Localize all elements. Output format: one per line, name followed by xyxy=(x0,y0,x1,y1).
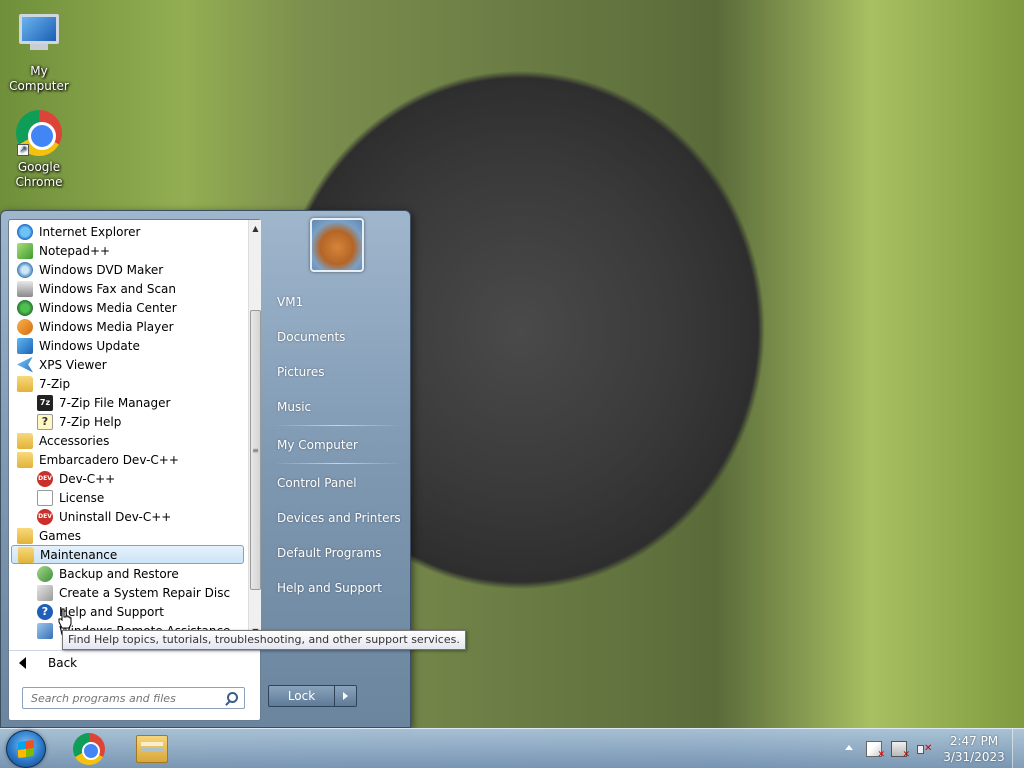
program-item-7zip-file-manager[interactable]: 7z 7-Zip File Manager xyxy=(11,393,244,412)
program-item-license[interactable]: License xyxy=(11,488,244,507)
folder-icon xyxy=(17,451,33,468)
desktop-icon-my-computer[interactable]: My Computer xyxy=(0,8,78,94)
hand-cursor-icon xyxy=(58,608,72,629)
devices-and-printers-link[interactable]: Devices and Printers xyxy=(269,505,403,531)
program-item-internet-explorer[interactable]: Internet Explorer xyxy=(11,222,244,241)
desktop-icon-label: My Computer xyxy=(9,64,69,93)
network-icon[interactable] xyxy=(891,741,910,760)
xps-viewer-icon xyxy=(17,356,33,373)
taskbar-chrome-icon[interactable] xyxy=(73,733,105,765)
program-folder-accessories[interactable]: Accessories xyxy=(11,431,244,450)
program-item-uninstall-dev-cpp[interactable]: DEV Uninstall Dev-C++ xyxy=(11,507,244,526)
internet-explorer-icon xyxy=(17,223,33,240)
program-item-notepad-plus-plus[interactable]: Notepad++ xyxy=(11,241,244,260)
shortcut-arrow-icon: ↗ xyxy=(17,144,29,156)
divider xyxy=(273,425,401,426)
program-item-windows-dvd-maker[interactable]: Windows DVD Maker xyxy=(11,260,244,279)
control-panel-link[interactable]: Control Panel xyxy=(269,470,403,496)
show-desktop-button[interactable] xyxy=(1012,729,1024,768)
search-input[interactable] xyxy=(31,691,221,705)
program-item-windows-media-center[interactable]: Windows Media Center xyxy=(11,298,244,317)
taskbar: 2:47 PM 3/31/2023 xyxy=(0,728,1024,768)
document-icon xyxy=(37,489,53,506)
start-menu: Internet Explorer Notepad++ Windows DVD … xyxy=(0,210,411,728)
music-link[interactable]: Music xyxy=(269,394,403,420)
search-icon[interactable] xyxy=(227,692,238,703)
clock-time: 2:47 PM xyxy=(949,734,999,748)
scroll-up-arrow-icon[interactable]: ▲ xyxy=(249,222,262,235)
help-and-support-link[interactable]: Help and Support xyxy=(269,575,403,601)
chrome-icon: ↗ xyxy=(15,110,63,158)
system-clock[interactable]: 2:47 PM 3/31/2023 xyxy=(940,733,1008,765)
start-button[interactable] xyxy=(6,730,46,768)
shutdown-options-arrow-button[interactable] xyxy=(335,685,357,707)
dev-cpp-icon: DEV xyxy=(37,508,53,525)
clock-date: 3/31/2023 xyxy=(943,750,1005,764)
program-item-xps-viewer[interactable]: XPS Viewer xyxy=(11,355,244,374)
my-computer-link[interactable]: My Computer xyxy=(269,432,403,458)
media-center-icon xyxy=(17,299,33,316)
program-folder-embarcadero-dev-cpp[interactable]: Embarcadero Dev-C++ xyxy=(11,450,244,469)
back-button[interactable]: Back xyxy=(9,650,260,674)
search-box[interactable] xyxy=(22,687,245,709)
program-folder-games[interactable]: Games xyxy=(11,526,244,545)
program-item-windows-update[interactable]: Windows Update xyxy=(11,336,244,355)
documents-link[interactable]: Documents xyxy=(269,324,403,350)
notepad-plus-plus-icon xyxy=(17,242,33,259)
program-list-scrollbar[interactable]: ▲ ≡ ▼ xyxy=(248,220,261,640)
program-item-windows-fax-and-scan[interactable]: Windows Fax and Scan xyxy=(11,279,244,298)
tooltip: Find Help topics, tutorials, troubleshoo… xyxy=(62,630,466,650)
program-item-backup-and-restore[interactable]: Backup and Restore xyxy=(11,564,244,583)
windows-update-icon xyxy=(17,337,33,354)
help-file-icon: ? xyxy=(37,413,53,430)
pictures-link[interactable]: Pictures xyxy=(269,359,403,385)
program-item-dev-cpp[interactable]: DEV Dev-C++ xyxy=(11,469,244,488)
program-item-create-system-repair-disc[interactable]: Create a System Repair Disc xyxy=(11,583,244,602)
folder-icon xyxy=(17,432,33,449)
back-arrow-icon xyxy=(19,656,26,669)
desktop-icon-google-chrome[interactable]: ↗ Google Chrome xyxy=(0,110,78,190)
folder-icon xyxy=(17,375,33,392)
dev-cpp-icon: DEV xyxy=(37,470,53,487)
program-folder-7zip[interactable]: 7-Zip xyxy=(11,374,244,393)
computer-icon xyxy=(15,14,63,62)
taskbar-explorer-icon[interactable] xyxy=(136,735,168,763)
folder-icon xyxy=(18,546,34,563)
fax-scan-icon xyxy=(17,280,33,297)
dvd-maker-icon xyxy=(17,261,33,278)
program-item-help-and-support[interactable]: ? Help and Support xyxy=(11,602,244,621)
user-avatar[interactable] xyxy=(310,218,364,272)
all-programs-list: Internet Explorer Notepad++ Windows DVD … xyxy=(9,220,247,640)
media-player-icon xyxy=(17,318,33,335)
program-item-windows-media-player[interactable]: Windows Media Player xyxy=(11,317,244,336)
show-hidden-icons-chevron-icon[interactable] xyxy=(845,745,853,750)
default-programs-link[interactable]: Default Programs xyxy=(269,540,403,566)
repair-disc-icon xyxy=(37,584,53,601)
program-item-7zip-help[interactable]: ? 7-Zip Help xyxy=(11,412,244,431)
user-folder-link[interactable]: VM1 xyxy=(269,289,403,315)
help-icon: ? xyxy=(37,603,53,620)
backup-icon xyxy=(37,565,53,582)
desktop-icon-label: Google Chrome xyxy=(15,160,63,189)
lock-button[interactable]: Lock xyxy=(268,685,335,707)
volume-muted-icon[interactable] xyxy=(916,741,932,757)
action-center-flag-icon[interactable] xyxy=(866,741,885,760)
scroll-thumb[interactable]: ≡ xyxy=(250,310,261,590)
folder-icon xyxy=(17,527,33,544)
7zip-icon: 7z xyxy=(37,394,53,411)
start-menu-right-pane: VM1 Documents Pictures Music My Computer… xyxy=(263,211,411,729)
program-folder-maintenance[interactable]: Maintenance xyxy=(11,545,244,564)
remote-assistance-icon xyxy=(37,622,53,639)
divider xyxy=(273,463,401,464)
